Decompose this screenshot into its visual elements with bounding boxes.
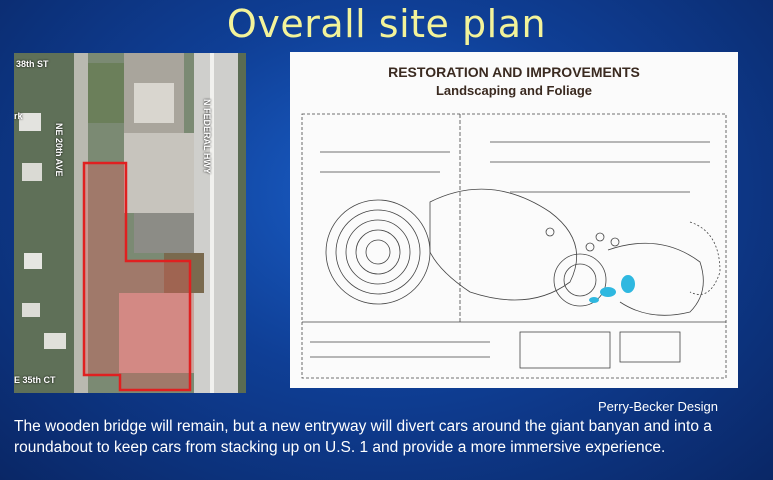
design-credit: Perry-Becker Design <box>598 399 718 414</box>
slide-title: Overall site plan <box>226 2 547 46</box>
site-plan-drawing <box>301 113 727 379</box>
aerial-map: 38th ST rk NE 20th AVE N FEDERAL HWY E 3… <box>14 53 246 393</box>
street-label-35th: E 35th CT <box>14 375 56 385</box>
street-label-federal: N FEDERAL HWY <box>202 99 212 174</box>
park-label: rk <box>14 111 23 121</box>
street-label-38th: 38th ST <box>16 59 49 69</box>
site-plan: RESTORATION AND IMPROVEMENTS Landscaping… <box>290 52 738 388</box>
street-label-20th: NE 20th AVE <box>54 123 64 177</box>
slide-caption: The wooden bridge will remain, but a new… <box>14 418 712 456</box>
